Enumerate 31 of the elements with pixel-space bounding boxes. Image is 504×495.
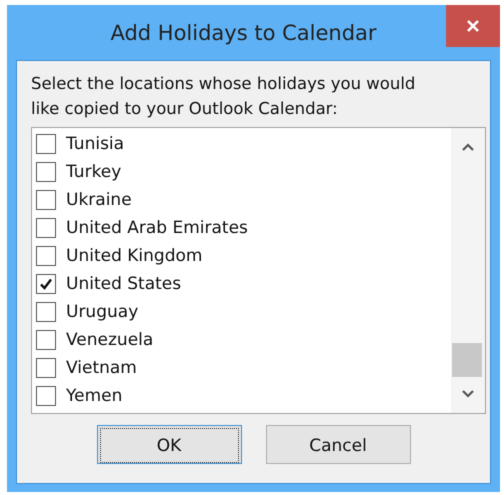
location-label[interactable]: Vietnam <box>66 358 137 378</box>
window-title: Add Holidays to Calendar <box>110 20 378 44</box>
location-label[interactable]: Turkey <box>66 162 122 182</box>
checkbox[interactable] <box>36 274 56 294</box>
location-label[interactable]: United Arab Emirates <box>66 218 248 238</box>
scroll-up-icon[interactable] <box>461 142 475 152</box>
checkbox[interactable] <box>36 330 56 350</box>
checkbox[interactable] <box>36 190 56 210</box>
checkbox[interactable] <box>36 302 56 322</box>
location-label[interactable]: Yemen <box>66 386 122 406</box>
scroll-thumb[interactable] <box>452 343 482 377</box>
location-label[interactable]: Uruguay <box>66 302 138 322</box>
instruction-text: Select the locations whose holidays you would like copied to your Outlook Calendar: <box>31 73 416 120</box>
close-button[interactable] <box>446 5 500 47</box>
checkbox[interactable] <box>36 246 56 266</box>
check-icon <box>38 276 54 292</box>
checkbox[interactable] <box>36 358 56 378</box>
dialog-button[interactable]: Cancel <box>266 425 410 464</box>
location-label[interactable]: Venezuela <box>66 330 154 350</box>
checkbox[interactable] <box>36 162 56 182</box>
location-label[interactable]: Tunisia <box>66 134 124 154</box>
checkbox[interactable] <box>36 386 56 406</box>
close-icon <box>466 19 480 33</box>
checkbox[interactable] <box>36 134 56 154</box>
scroll-down-icon[interactable] <box>461 389 475 399</box>
location-label[interactable]: Ukraine <box>66 190 132 210</box>
dialog-button[interactable]: OK <box>96 425 242 464</box>
scrollbar[interactable] <box>451 128 485 413</box>
location-label[interactable]: United Kingdom <box>66 246 202 266</box>
location-label[interactable]: United States <box>66 274 182 294</box>
checkbox[interactable] <box>36 218 56 238</box>
